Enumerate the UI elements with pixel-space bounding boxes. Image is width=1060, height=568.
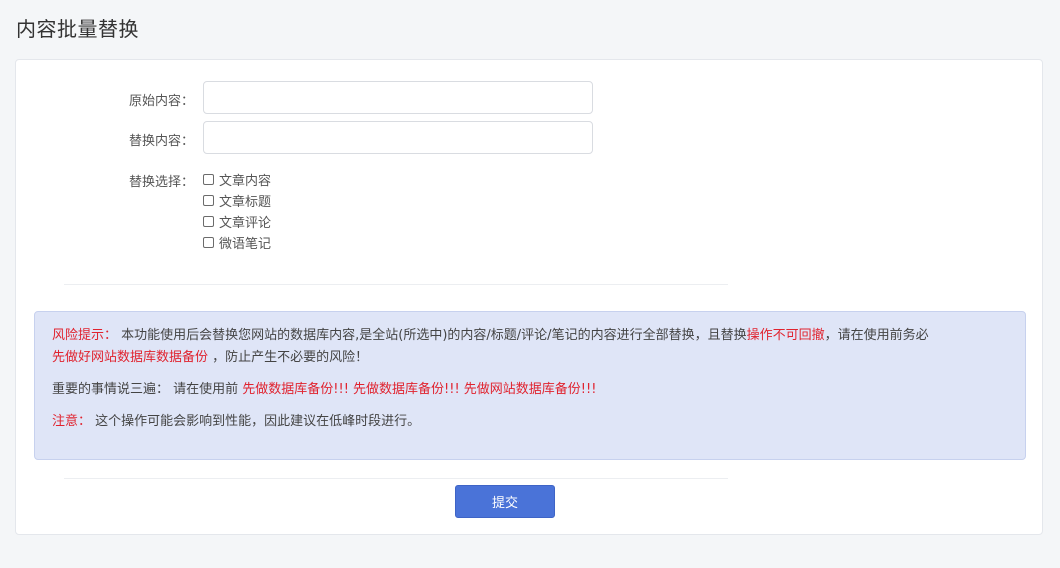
performance-note-paragraph: 注意： 这个操作可能会影响到性能，因此建议在低峰时段进行。 — [52, 411, 1008, 433]
choice-label: 微语笔记 — [219, 237, 272, 252]
submit-button[interactable]: 提交 — [455, 485, 555, 518]
risk-warning-text: 本功能使用后会替换您网站的数据库内容,是全站(所选中)的内容/标题/评论/笔记的… — [117, 328, 747, 343]
page-title: 内容批量替换 — [16, 17, 139, 41]
choice-label: 文章内容 — [219, 174, 272, 189]
repeat-warning-text: 重要的事情说三遍： 请在使用前 — [52, 382, 243, 397]
replace-choice-group: 文章内容 文章标题 文章评论 微语笔记 — [203, 169, 271, 253]
choice-label: 文章评论 — [219, 216, 272, 231]
choice-article-title[interactable]: 文章标题 — [203, 190, 271, 211]
divider-bottom — [64, 478, 728, 479]
choice-article-comment[interactable]: 文章评论 — [203, 211, 271, 232]
checkbox-article-content[interactable] — [203, 174, 214, 185]
backup-note: 先做好网站数据库数据备份 — [52, 350, 209, 365]
risk-warning-paragraph: 风险提示： 本功能使用后会替换您网站的数据库内容,是全站(所选中)的内容/标题/… — [52, 325, 1008, 369]
choice-article-content[interactable]: 文章内容 — [203, 169, 271, 190]
choice-micro-notes[interactable]: 微语笔记 — [203, 232, 271, 253]
choice-label: 文章标题 — [219, 195, 272, 210]
risk-warning-text-2: ，请在使用前务必 — [824, 328, 929, 343]
replace-content-input[interactable] — [203, 121, 593, 154]
risk-warning-text-3: ，防止产生不必要的风险！ — [208, 350, 369, 365]
performance-note-text: 这个操作可能会影响到性能，因此建议在低峰时段进行。 — [91, 414, 421, 429]
checkbox-article-title[interactable] — [203, 195, 214, 206]
replace-form-card: 原始内容： 替换内容： 替换选择： 文章内容 文章标题 文章评论 微语笔记 风险… — [15, 59, 1043, 535]
risk-warning-box: 风险提示： 本功能使用后会替换您网站的数据库内容,是全站(所选中)的内容/标题/… — [34, 311, 1026, 460]
repeat-backup-note: 先做数据库备份!!! 先做数据库备份!!! 先做网站数据库备份!!! — [242, 382, 597, 397]
repeat-warning-paragraph: 重要的事情说三遍： 请在使用前 先做数据库备份!!! 先做数据库备份!!! 先做… — [52, 379, 1008, 401]
original-content-input[interactable] — [203, 81, 593, 114]
replace-choice-label: 替换选择： — [128, 175, 194, 190]
risk-warning-title: 风险提示： — [52, 328, 118, 343]
irreversible-note: 操作不可回撤 — [746, 328, 825, 343]
checkbox-micro-notes[interactable] — [203, 237, 214, 248]
original-content-label: 原始内容： — [128, 94, 194, 109]
notice-title: 注意： — [52, 414, 92, 429]
checkbox-article-comment[interactable] — [203, 216, 214, 227]
divider-top — [64, 284, 728, 285]
replace-content-label: 替换内容： — [128, 134, 194, 149]
